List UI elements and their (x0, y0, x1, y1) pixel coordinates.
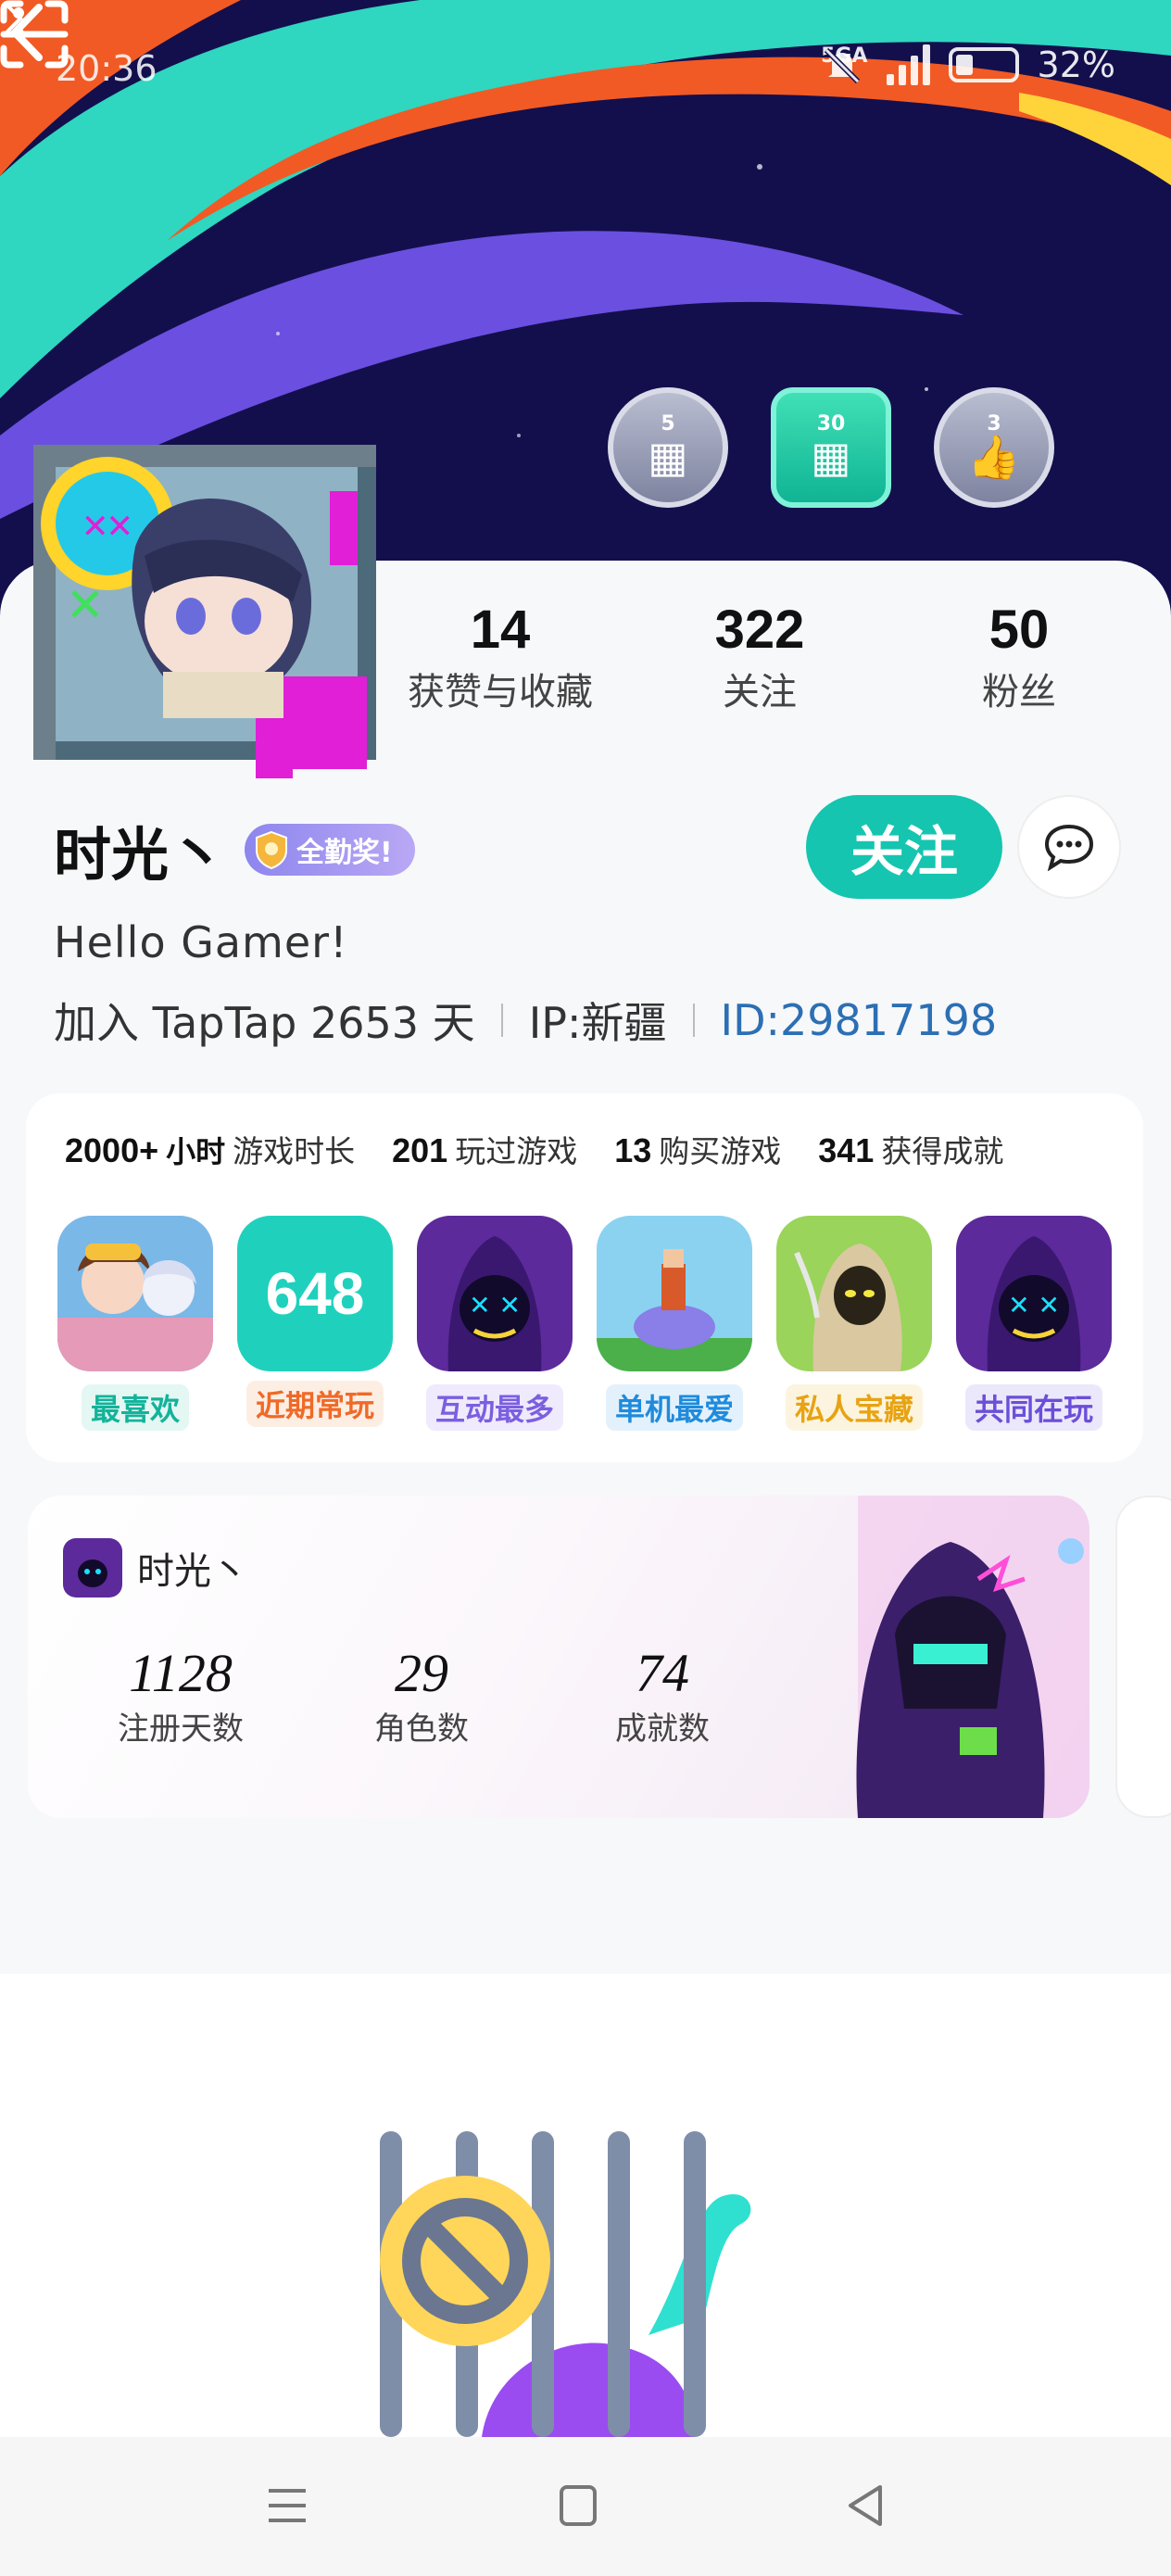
achievement-count: 74 成就数 (615, 1643, 710, 1749)
follow-button[interactable]: 关注 (806, 795, 1002, 899)
game-item[interactable]: 单机最爱 (597, 1216, 752, 1431)
gamepad-calendar-icon: ▦ (648, 431, 688, 482)
stat-following[interactable]: 322 关注 (639, 593, 880, 717)
menu-icon[interactable] (259, 2478, 315, 2533)
game-tag: 私人宝藏 (785, 1384, 923, 1431)
profile-stats: 14 获赞与收藏 322 关注 50 粉丝 (371, 593, 1149, 717)
stat-label: 获赞与收藏 (408, 671, 593, 713)
svg-text:✕✕: ✕✕ (83, 500, 132, 548)
svg-text:✕ ✕: ✕ ✕ (469, 1290, 521, 1320)
game-icon (776, 1216, 932, 1371)
game-stats-card[interactable]: 2000+ 小时 游戏时长 201 玩过游戏 13 购买游戏 341 获得成就 最喜欢 6… (26, 1093, 1143, 1462)
game-item[interactable]: 最喜欢 (57, 1216, 213, 1431)
linked-player-name: 时光丶 (137, 1550, 248, 1593)
next-linked-card[interactable] (1115, 1496, 1171, 1818)
badge-item[interactable]: 5 ▦ (608, 387, 728, 508)
stat-label: 粉丝 (982, 671, 1056, 713)
stat-likes[interactable]: 14 获赞与收藏 (380, 593, 621, 717)
status-time: 20:36 (56, 48, 157, 89)
bell-muted-icon (825, 47, 861, 84)
badge-item[interactable]: 30 ▦ (771, 387, 891, 508)
user-name: 时光丶 (54, 821, 227, 889)
battery-icon (948, 47, 1019, 82)
game-item[interactable]: ✕ ✕ 共同在玩 (956, 1216, 1112, 1431)
play-time: 2000+ 小时 游戏时长 (65, 1131, 356, 1169)
home-icon[interactable] (550, 2478, 606, 2533)
chevron-right-icon[interactable] (0, 0, 28, 37)
game-icon (57, 1216, 213, 1371)
gamepad-calendar-icon: ▦ (811, 431, 851, 482)
badge-list[interactable]: 5 ▦ 30 ▦ 3 👍 (608, 387, 1054, 508)
name-row: 时光丶 全勤奖! (54, 808, 415, 891)
shield-icon (256, 830, 288, 869)
chat-bubble-icon (1044, 824, 1094, 871)
ip-location: IP:新疆 (528, 998, 667, 1048)
stat-value: 14 (470, 600, 531, 660)
status-icons: 5GA 32% (821, 44, 1115, 85)
stat-followers[interactable]: 50 粉丝 (899, 593, 1140, 717)
game-list: 最喜欢 648 近期常玩 ✕ ✕ 互动最多 单机最爱 私人宝藏 ✕ ✕ 共同在玩 (57, 1216, 1112, 1431)
game-tag: 共同在玩 (964, 1384, 1102, 1431)
blocked-content-illustration (380, 2131, 751, 2437)
character-count: 29 角色数 (374, 1643, 469, 1749)
linked-game-header: 时光丶 (63, 1538, 248, 1597)
battery-percent: 32% (1037, 44, 1115, 85)
stat-value: 50 (988, 600, 1050, 660)
svg-text:✕ ✕: ✕ ✕ (1008, 1290, 1060, 1320)
game-item[interactable]: ✕ ✕ 互动最多 (417, 1216, 573, 1431)
games-played: 201 玩过游戏 (392, 1131, 578, 1169)
game-icon: 648 (237, 1216, 393, 1371)
thumbs-up-icon: 👍 (967, 431, 1021, 482)
character-art (856, 1496, 1089, 1818)
game-icon: ✕ ✕ (956, 1216, 1112, 1371)
svg-text:✕: ✕ (66, 578, 105, 632)
game-item[interactable]: 私人宝藏 (776, 1216, 932, 1431)
back-triangle-icon[interactable] (837, 2478, 893, 2533)
achievements: 341 获得成就 (818, 1131, 1004, 1169)
game-tag: 互动最多 (425, 1384, 563, 1431)
system-navigation-bar (0, 2437, 1171, 2576)
divider (692, 1004, 695, 1037)
stat-value: 322 (714, 600, 805, 660)
divider (500, 1004, 503, 1037)
badge-item[interactable]: 3 👍 (934, 387, 1054, 508)
games-bought: 13 购买游戏 (614, 1131, 782, 1169)
join-days: 加入 TapTap 2653 天 (54, 998, 475, 1048)
award-label: 全勤奖! (296, 837, 393, 869)
registered-days: 1128 注册天数 (118, 1643, 244, 1749)
game-item[interactable]: 648 近期常玩 (237, 1216, 393, 1431)
linked-game-card[interactable]: 时光丶 1128 注册天数 29 角色数 74 成就数 (28, 1496, 1089, 1818)
game-tag: 单机最爱 (605, 1384, 743, 1431)
award-badge[interactable]: 全勤奖! (245, 824, 415, 876)
game-tag: 近期常玩 (246, 1381, 384, 1427)
user-meta: 加入 TapTap 2653 天 IP:新疆 ID:29817198 (54, 990, 997, 1051)
game-stats-row: 2000+ 小时 游戏时长 201 玩过游戏 13 购买游戏 341 获得成就 (65, 1127, 1003, 1171)
game-tag: 最喜欢 (81, 1384, 189, 1431)
linked-game-stats: 1128 注册天数 29 角色数 74 成就数 (83, 1644, 760, 1749)
message-button[interactable] (1017, 795, 1121, 899)
user-bio: Hello Gamer! (54, 917, 348, 967)
user-id[interactable]: ID:29817198 (721, 995, 998, 1045)
game-avatar-icon (63, 1538, 122, 1597)
signal-icon (886, 44, 930, 85)
status-bar: 20:36 5GA 32% (0, 0, 1171, 139)
stat-label: 关注 (723, 671, 797, 713)
game-icon (597, 1216, 752, 1371)
game-icon: ✕ ✕ (417, 1216, 573, 1371)
avatar[interactable]: ✕✕ ✕ (24, 436, 385, 788)
